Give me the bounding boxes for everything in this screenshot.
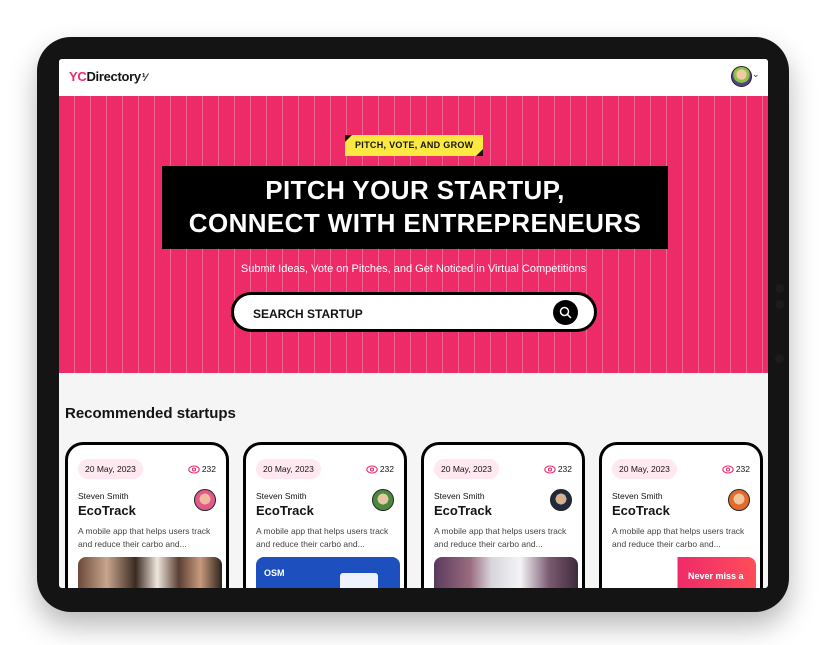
card-image-text: OSM <box>264 568 285 578</box>
card-image[interactable]: OSM <box>256 557 400 588</box>
author-avatar[interactable] <box>194 489 216 511</box>
eye-icon <box>544 465 556 474</box>
headline-line-2: CONNECT WITH ENTREPRENEURS <box>188 208 642 238</box>
card-views-count: 232 <box>379 464 394 474</box>
logo-directory: Directory <box>86 69 141 84</box>
card-description: A mobile app that helps users track and … <box>256 526 389 549</box>
eye-icon <box>722 465 734 474</box>
card-description: A mobile app that helps users track and … <box>434 526 567 549</box>
card-views-count: 232 <box>735 464 750 474</box>
card-views: 232 <box>366 464 394 474</box>
hero-headline: PITCH YOUR STARTUP, CONNECT WITH ENTREPR… <box>162 166 668 249</box>
card-image[interactable]: Never miss a <box>612 557 756 588</box>
author-avatar[interactable] <box>372 489 394 511</box>
screen: YCDirectory¹⁄ ⌄ PITCH, VOTE, AND GROW PI… <box>59 59 768 588</box>
card-author[interactable]: Steven Smith <box>78 491 129 501</box>
card-title[interactable]: EcoTrack <box>434 503 492 518</box>
card-views: 232 <box>544 464 572 474</box>
author-avatar[interactable] <box>550 489 572 511</box>
headline-line-1: PITCH YOUR STARTUP, <box>265 175 565 205</box>
hero-subheading: Submit Ideas, Vote on Pitches, and Get N… <box>240 263 587 275</box>
card-views: 232 <box>188 464 216 474</box>
startup-card[interactable]: 20 May, 2023 232 Steven Smith EcoTrack A… <box>65 442 229 588</box>
eye-icon <box>366 465 378 474</box>
card-author[interactable]: Steven Smith <box>434 491 485 501</box>
hero-tag: PITCH, VOTE, AND GROW <box>345 135 484 156</box>
search-icon <box>559 306 572 319</box>
search-input[interactable]: SEARCH STARTUP <box>253 307 363 321</box>
logo-spark-icon: ¹⁄ <box>141 72 147 84</box>
card-views-count: 232 <box>557 464 572 474</box>
user-avatar[interactable] <box>731 66 752 87</box>
side-button <box>775 284 784 293</box>
search-button[interactable] <box>553 300 578 325</box>
card-date: 20 May, 2023 <box>434 459 499 479</box>
card-image[interactable] <box>434 557 578 588</box>
card-date: 20 May, 2023 <box>612 459 677 479</box>
startup-card[interactable]: 20 May, 2023 232 Steven Smith EcoTrack A… <box>421 442 585 588</box>
logo[interactable]: YCDirectory¹⁄ <box>69 69 147 84</box>
side-button <box>775 354 784 363</box>
side-button <box>775 300 784 309</box>
card-title[interactable]: EcoTrack <box>612 503 670 518</box>
card-date: 20 May, 2023 <box>256 459 321 479</box>
card-views-count: 232 <box>201 464 216 474</box>
eye-icon <box>188 465 200 474</box>
card-title[interactable]: EcoTrack <box>256 503 314 518</box>
card-date: 20 May, 2023 <box>78 459 143 479</box>
startup-card[interactable]: 20 May, 2023 232 Steven Smith EcoTrack A… <box>599 442 763 588</box>
card-author[interactable]: Steven Smith <box>256 491 307 501</box>
card-image-text: Never miss a <box>688 571 744 581</box>
hero-section: PITCH, VOTE, AND GROW PITCH YOUR STARTUP… <box>59 96 768 373</box>
card-views: 232 <box>722 464 750 474</box>
navbar: YCDirectory¹⁄ ⌄ <box>59 59 768 96</box>
card-title[interactable]: EcoTrack <box>78 503 136 518</box>
startup-card[interactable]: 20 May, 2023 232 Steven Smith EcoTrack A… <box>243 442 407 588</box>
author-avatar[interactable] <box>728 489 750 511</box>
chevron-down-icon[interactable]: ⌄ <box>752 69 760 80</box>
card-description: A mobile app that helps users track and … <box>612 526 745 549</box>
search-form[interactable]: SEARCH STARTUP <box>231 292 597 332</box>
card-description: A mobile app that helps users track and … <box>78 526 211 549</box>
card-author[interactable]: Steven Smith <box>612 491 663 501</box>
card-image[interactable] <box>78 557 222 588</box>
section-title: Recommended startups <box>65 405 236 422</box>
logo-yc: YC <box>69 69 87 84</box>
card-image-panel <box>340 573 378 588</box>
